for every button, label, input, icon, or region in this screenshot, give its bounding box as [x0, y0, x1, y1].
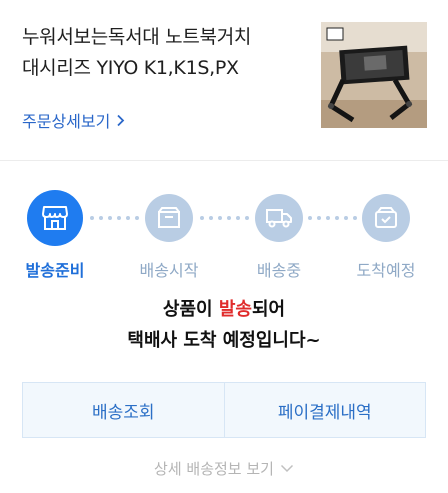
payment-history-button[interactable]: 페이결제내역 [223, 383, 426, 437]
order-detail-link[interactable]: 주문상세보기 [22, 108, 125, 132]
step-label: 배송중 [256, 261, 302, 280]
delivery-progress: 발송준비 배송시작 배송중 도착예정 [0, 190, 448, 290]
truck-icon [266, 209, 292, 228]
chevron-down-icon [280, 464, 293, 473]
shipping-detail-toggle[interactable]: 상세 배송정보 보기 [0, 458, 448, 479]
step-label: 발송준비 [25, 261, 85, 280]
step-circle [145, 194, 193, 242]
order-detail-label: 주문상세보기 [22, 112, 111, 131]
product-summary: 누워서보는독서대 노트북거치 대시리즈 YIYO K1,K1S,PX 주문상세보… [0, 0, 448, 161]
step-circle [362, 194, 410, 242]
product-title-line2: 대시리즈 YIYO K1,K1S,PX [22, 57, 239, 79]
laptop-stand-image [321, 22, 427, 128]
status-line1: 상품이 발송되어 [162, 299, 286, 320]
step-circle [27, 190, 83, 246]
product-title-line1: 누워서보는독서대 노트북거치 [22, 26, 252, 48]
product-title[interactable]: 누워서보는독서대 노트북거치 대시리즈 YIYO K1,K1S,PX [22, 22, 302, 84]
step-arrival-expected: 도착예정 [331, 190, 441, 280]
product-image[interactable] [321, 22, 427, 128]
step-label: 배송시작 [139, 261, 199, 280]
step-label: 도착예정 [356, 261, 416, 280]
store-icon [42, 206, 68, 230]
shipping-detail-label: 상세 배송정보 보기 [154, 460, 274, 478]
step-circle [255, 194, 303, 242]
status-highlight: 발송 [218, 299, 252, 320]
box-icon [158, 207, 180, 228]
chevron-right-icon [117, 114, 125, 126]
delivery-status-message: 상품이 발송되어 택배사 도착 예정입니다~ [0, 294, 448, 356]
action-buttons: 배송조회 페이결제내역 [22, 382, 426, 438]
check-box-icon [375, 207, 397, 228]
status-line2: 택배사 도착 예정입니다~ [127, 330, 321, 351]
track-delivery-button[interactable]: 배송조회 [23, 383, 224, 437]
